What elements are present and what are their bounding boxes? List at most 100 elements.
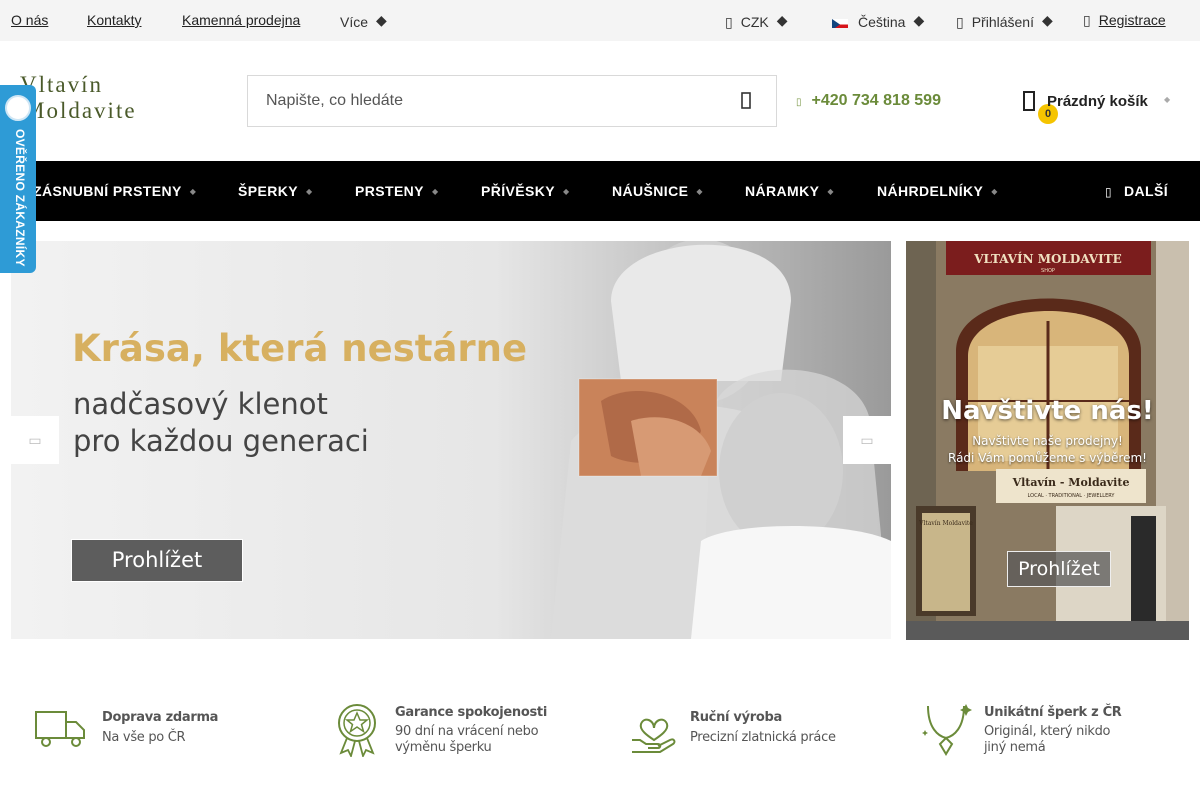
hand-heart-icon xyxy=(632,718,676,753)
hero-browse-button[interactable]: Prohlížet xyxy=(71,539,243,582)
login-dropdown[interactable]: ▯ Přihlášení ◆ xyxy=(956,12,1053,31)
store-promo-banner[interactable]: VLTAVÍN MOLDAVITE SHOP Vltavín - Moldavi… xyxy=(906,241,1189,640)
chevron-down-icon: ◆ xyxy=(376,12,387,28)
nav-item-bracelets[interactable]: NÁRAMKY ◆ xyxy=(745,183,834,199)
nav-item-jewelry[interactable]: ŠPERKY ◆ xyxy=(238,183,313,199)
chevron-left-icon: ▭ xyxy=(28,432,42,448)
promo-sign-bottom: Vltavín - Moldavite xyxy=(1012,476,1130,489)
promo-subtitle-1: Navštivte naše prodejny! xyxy=(972,434,1123,448)
cart-icon xyxy=(1023,91,1035,111)
feature-title: Ruční výroba xyxy=(690,710,782,725)
cart-button[interactable]: 0 Prázdný košík ◆ xyxy=(1022,86,1192,126)
nav-more-button[interactable]: ▯ DALŠÍ xyxy=(1105,183,1168,199)
hero-title: Krása, která nestárne xyxy=(72,327,528,370)
cart-label: Prázdný košík xyxy=(1047,93,1148,110)
feature-desc: Precizní zlatnická práce xyxy=(690,730,836,745)
nav-item-engagement-rings[interactable]: ZÁSNUBNÍ PRSTENY ◆ xyxy=(33,183,196,199)
top-link-contacts[interactable]: Kontakty xyxy=(87,12,141,28)
nav-item-label: NÁUŠNICE xyxy=(612,183,689,199)
search-box xyxy=(247,75,777,127)
search-input[interactable] xyxy=(248,76,728,126)
logo-line-1: Vltavín xyxy=(20,72,103,97)
site-logo[interactable]: Vltavín Moldavite xyxy=(20,72,170,128)
promo-sign-small: SHOP xyxy=(1041,268,1055,274)
main-navigation: ZÁSNUBNÍ PRSTENY ◆ ŠPERKY ◆ PRSTENY ◆ PŘÍVĚ… xyxy=(0,161,1200,221)
chevron-down-icon: ◆ xyxy=(913,12,925,28)
truck-icon xyxy=(35,711,85,747)
chevron-down-icon: ◆ xyxy=(431,187,439,196)
chevron-down-icon: ◆ xyxy=(776,12,788,28)
language-label: Čeština xyxy=(858,14,906,30)
promo-sign-top: VLTAVÍN MOLDAVITE xyxy=(973,251,1122,266)
user-icon: ▯ xyxy=(956,14,964,30)
verified-seal-icon xyxy=(5,95,31,121)
verified-customers-badge[interactable]: OVĚŘENO ZÁKAZNÍKY xyxy=(0,85,36,273)
chevron-down-icon: ◆ xyxy=(563,187,570,196)
nav-item-label: NÁRAMKY xyxy=(745,183,820,199)
feature-title: Unikátní šperk z ČR xyxy=(984,705,1122,720)
language-dropdown[interactable]: Čeština ◆ xyxy=(832,12,924,30)
chevron-down-icon: ◆ xyxy=(1041,12,1053,28)
phone-link[interactable]: ▯ +420 734 818 599 xyxy=(796,92,941,110)
top-link-about[interactable]: O nás xyxy=(11,12,48,28)
hero-subtitle-2: pro každou generaci xyxy=(73,424,369,458)
menu-icon: ▯ xyxy=(1104,185,1112,199)
promo-sign-bottom-sub: LOCAL · TRADITIONAL · JEWELLERY xyxy=(1028,493,1116,499)
top-link-store[interactable]: Kamenná prodejna xyxy=(182,12,300,28)
nav-item-pendants[interactable]: PŘÍVĚSKY ◆ xyxy=(481,183,570,199)
hero-subtitle-1: nadčasový klenot xyxy=(73,387,328,421)
logo-line-2: Moldavite xyxy=(24,98,137,123)
chevron-down-icon: ◆ xyxy=(189,187,197,196)
hero-banner[interactable]: Krása, která nestárne nadčasový klenot p… xyxy=(11,241,891,639)
nav-item-label: NÁHRDELNÍKY xyxy=(877,183,984,199)
nav-item-rings[interactable]: PRSTENY ◆ xyxy=(355,183,439,199)
chevron-down-icon: ◆ xyxy=(1164,95,1171,104)
feature-desc: jiný nemá xyxy=(984,740,1046,755)
top-bar: O nás Kontakty Kamenná prodejna Více ◆ ▯ C… xyxy=(0,0,1200,41)
promo-subtitle-2: Rádi Vám pomůžeme s výběrem! xyxy=(948,451,1147,465)
star-badge-icon xyxy=(338,704,376,757)
promo-browse-button[interactable]: Prohlížet xyxy=(1007,551,1111,587)
currency-dropdown[interactable]: ▯ CZK ◆ xyxy=(725,12,788,31)
currency-label: CZK xyxy=(740,14,769,30)
register-label: Registrace xyxy=(1098,12,1166,28)
feature-satisfaction: Garance spokojenosti 90 dní na vrácení n… xyxy=(335,700,605,760)
feature-desc: Originál, který nikdo xyxy=(984,724,1111,739)
feature-desc: 90 dní na vrácení nebo xyxy=(395,724,539,739)
chevron-down-icon: ◆ xyxy=(827,187,834,196)
feature-desc: výměnu šperku xyxy=(395,740,492,755)
verified-badge-text: OVĚŘENO ZÁKAZNÍKY xyxy=(13,129,27,267)
feature-unique: Unikátní šperk z ČR Originál, který nikd… xyxy=(920,700,1170,760)
chevron-down-icon: ◆ xyxy=(991,187,998,196)
nav-item-earrings[interactable]: NÁUŠNICE ◆ xyxy=(612,183,703,199)
phone-icon: ▯ xyxy=(796,97,802,108)
chevron-down-icon: ◆ xyxy=(696,187,703,196)
nav-item-label: PŘÍVĚSKY xyxy=(481,183,555,199)
necklace-icon xyxy=(922,704,972,756)
feature-title: Doprava zdarma xyxy=(102,710,219,725)
nav-item-label: ZÁSNUBNÍ PRSTENY xyxy=(33,183,182,199)
nav-item-necklaces[interactable]: NÁHRDELNÍKY ◆ xyxy=(877,183,998,199)
chevron-down-icon: ◆ xyxy=(305,187,313,196)
promo-window-sign: Vltavín Moldavite xyxy=(918,520,973,527)
nav-item-label: PRSTENY xyxy=(355,183,424,199)
register-link[interactable]: ▯ Registrace xyxy=(1083,12,1166,29)
login-label: Přihlášení xyxy=(971,14,1034,30)
register-icon: ▯ xyxy=(1083,12,1091,28)
currency-icon: ▯ xyxy=(725,14,733,30)
czech-flag-icon xyxy=(832,17,848,28)
phone-number: +420 734 818 599 xyxy=(811,92,941,109)
carousel-prev-button[interactable]: ▭ xyxy=(11,416,59,464)
top-more-dropdown[interactable]: Více ◆ xyxy=(340,12,387,30)
feature-desc: Na vše po ČR xyxy=(102,730,186,745)
feature-title: Garance spokojenosti xyxy=(395,705,547,720)
promo-title: Navštivte nás! xyxy=(941,396,1154,426)
feature-handmade: Ruční výroba Precizní zlatnická práce xyxy=(630,700,880,760)
search-button[interactable] xyxy=(736,90,758,112)
carousel-next-button[interactable]: ▭ xyxy=(843,416,891,464)
chevron-right-icon: ▭ xyxy=(860,432,874,448)
top-more-label: Více xyxy=(340,14,369,30)
feature-free-shipping: Doprava zdarma Na vše po ČR xyxy=(34,700,284,760)
nav-more-label: DALŠÍ xyxy=(1124,183,1168,199)
search-icon xyxy=(741,92,751,109)
